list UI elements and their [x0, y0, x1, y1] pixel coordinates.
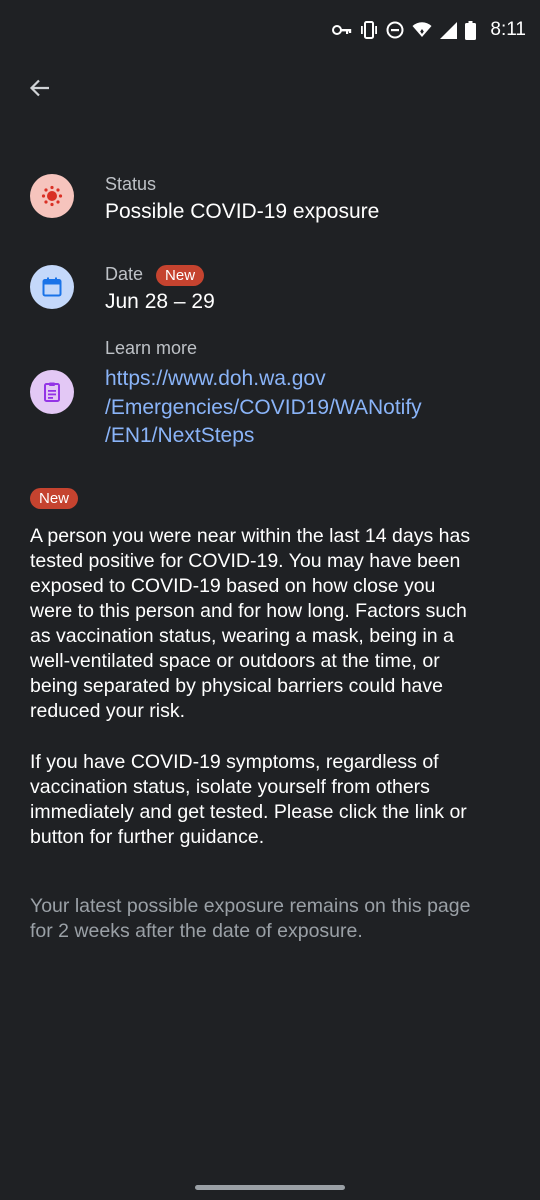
calendar-icon: [30, 265, 74, 309]
vpn-key-icon: [332, 23, 352, 37]
message-new-badge: New: [30, 488, 79, 509]
link-line[interactable]: https://www.doh.wa.gov: [105, 365, 520, 394]
date-label-line: Date New: [105, 262, 520, 286]
status-bar: 8:11: [0, 0, 540, 60]
virus-icon: [30, 174, 74, 218]
date-text: Date New Jun 28 – 29: [105, 262, 520, 316]
message-badge-wrap: New: [30, 488, 79, 509]
date-row: Date New Jun 28 – 29: [30, 262, 520, 322]
footer-line: Your latest possible exposure remains on…: [30, 895, 471, 917]
back-button[interactable]: [22, 72, 58, 108]
arrow-back-icon: [28, 76, 52, 105]
message-line: well-ventilated space or outdoors at the…: [30, 650, 440, 672]
status-label: Status: [105, 174, 157, 194]
status-value: Possible COVID-19 exposure: [105, 200, 380, 223]
wifi-icon: [412, 22, 432, 38]
status-row: Status Possible COVID-19 exposure: [30, 172, 520, 232]
message-line: being separated by physical barriers cou…: [30, 675, 443, 697]
exposure-message-paragraph-1: A person you were near within the last 1…: [30, 524, 514, 724]
do-not-disturb-icon: [386, 21, 404, 39]
next-steps-link[interactable]: https://www.doh.wa.gov /Emergencies/COVI…: [105, 365, 520, 451]
link-line[interactable]: /Emergencies/COVID19/WANotify: [105, 394, 520, 423]
status-icons: 8:11: [332, 18, 526, 42]
message-line: If you have COVID-19 symptoms, regardles…: [30, 751, 439, 773]
exposure-details-screen: 8:11 Status Possible COVID-19 exposure D…: [0, 0, 540, 1200]
message-line: tested positive for COVID-19. You may ha…: [30, 550, 461, 572]
clock-time: 8:11: [490, 19, 526, 40]
learn-more-text: Learn more https://www.doh.wa.gov /Emerg…: [105, 336, 520, 451]
learn-more-row: Learn more https://www.doh.wa.gov /Emerg…: [30, 336, 520, 456]
battery-icon: [465, 20, 477, 40]
new-badge: New: [156, 264, 205, 286]
retention-note: Your latest possible exposure remains on…: [30, 894, 514, 944]
status-text: Status Possible COVID-19 exposure: [105, 172, 520, 226]
date-label: Date: [105, 264, 144, 284]
footer-line: for 2 weeks after the date of exposure.: [30, 920, 363, 942]
vibrate-icon: [360, 21, 378, 39]
learn-more-label: Learn more: [105, 338, 198, 358]
message-line: immediately and get tested. Please click…: [30, 801, 467, 823]
clipboard-icon: [30, 370, 74, 414]
exposure-message-paragraph-2: If you have COVID-19 symptoms, regardles…: [30, 750, 514, 850]
message-line: were to this person and for how long. Fa…: [30, 600, 467, 622]
message-line: A person you were near within the last 1…: [30, 525, 471, 547]
message-line: as vaccination status, wearing a mask, b…: [30, 625, 454, 647]
message-line: button for further guidance.: [30, 826, 265, 848]
date-value: Jun 28 – 29: [105, 290, 215, 313]
gesture-nav-handle[interactable]: [195, 1185, 345, 1190]
signal-icon: [440, 21, 458, 39]
link-line[interactable]: /EN1/NextSteps: [105, 422, 520, 451]
message-line: vaccination status, isolate yourself fro…: [30, 776, 430, 798]
message-line: exposed to COVID-19 based on how close y…: [30, 575, 436, 597]
message-line: reduced your risk.: [30, 700, 185, 722]
